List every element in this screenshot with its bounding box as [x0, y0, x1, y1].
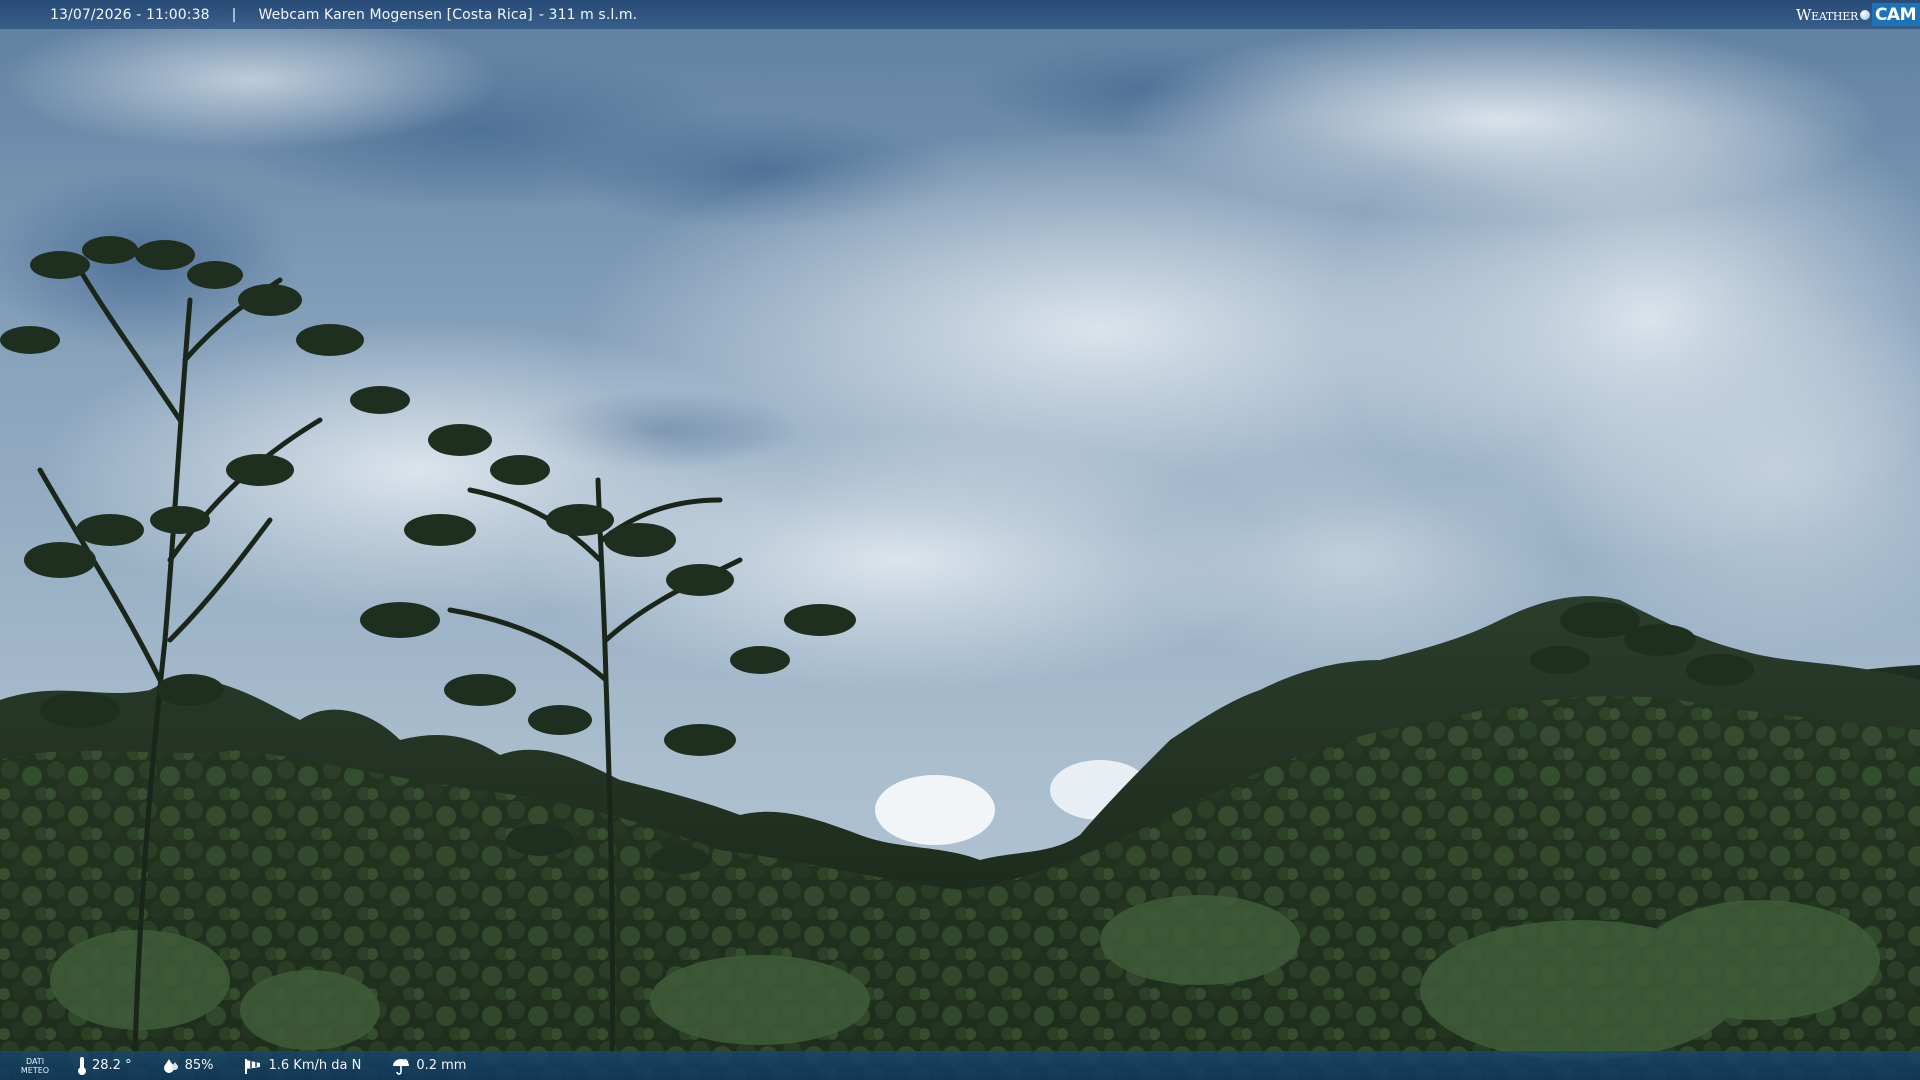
- caption-separator: |: [231, 6, 237, 23]
- wind-reading: 1.6 Km/h da N: [243, 1057, 361, 1075]
- logo-sphere-icon: [1859, 9, 1870, 20]
- umbrella-icon: [393, 1058, 410, 1075]
- windsock-icon: [245, 1058, 261, 1074]
- humidity-drop-icon: [163, 1058, 178, 1073]
- weather-data-label: DATI METEO: [17, 1057, 53, 1075]
- caption-bar: 13/07/2026 - 11:00:38 | Webcam Karen Mog…: [0, 0, 1920, 29]
- weathercam-logo: Weather CAM: [1796, 0, 1920, 29]
- logo-weather-text: Weather: [1796, 5, 1858, 24]
- weather-label-line1: DATI: [25, 1056, 45, 1066]
- thermometer-icon: [78, 1056, 86, 1075]
- webcam-image: [0, 0, 1920, 1080]
- weather-label-line2: METEO: [20, 1065, 50, 1075]
- weather-data-bar: DATI METEO 28.2 ° 85% 1.6 Km/h da N 0.2 …: [0, 1051, 1920, 1080]
- logo-cam-text: CAM: [1871, 3, 1920, 26]
- rain-reading: 0.2 mm: [391, 1057, 466, 1075]
- humidity-reading: 85%: [162, 1057, 214, 1075]
- humidity-value: 85%: [184, 1058, 214, 1073]
- capture-datetime: 13/07/2026 - 11:00:38: [50, 6, 210, 23]
- temperature-reading: 28.2 °: [77, 1056, 132, 1076]
- rain-value: 0.2 mm: [416, 1058, 467, 1073]
- wind-value: 1.6 Km/h da N: [268, 1058, 362, 1073]
- webcam-name: Webcam Karen Mogensen [Costa Rica]: [258, 6, 533, 23]
- webcam-altitude: - 311 m s.l.m.: [538, 6, 638, 23]
- webcam-frame: 13/07/2026 - 11:00:38 | Webcam Karen Mog…: [0, 0, 1920, 1080]
- temperature-value: 28.2 °: [92, 1058, 132, 1073]
